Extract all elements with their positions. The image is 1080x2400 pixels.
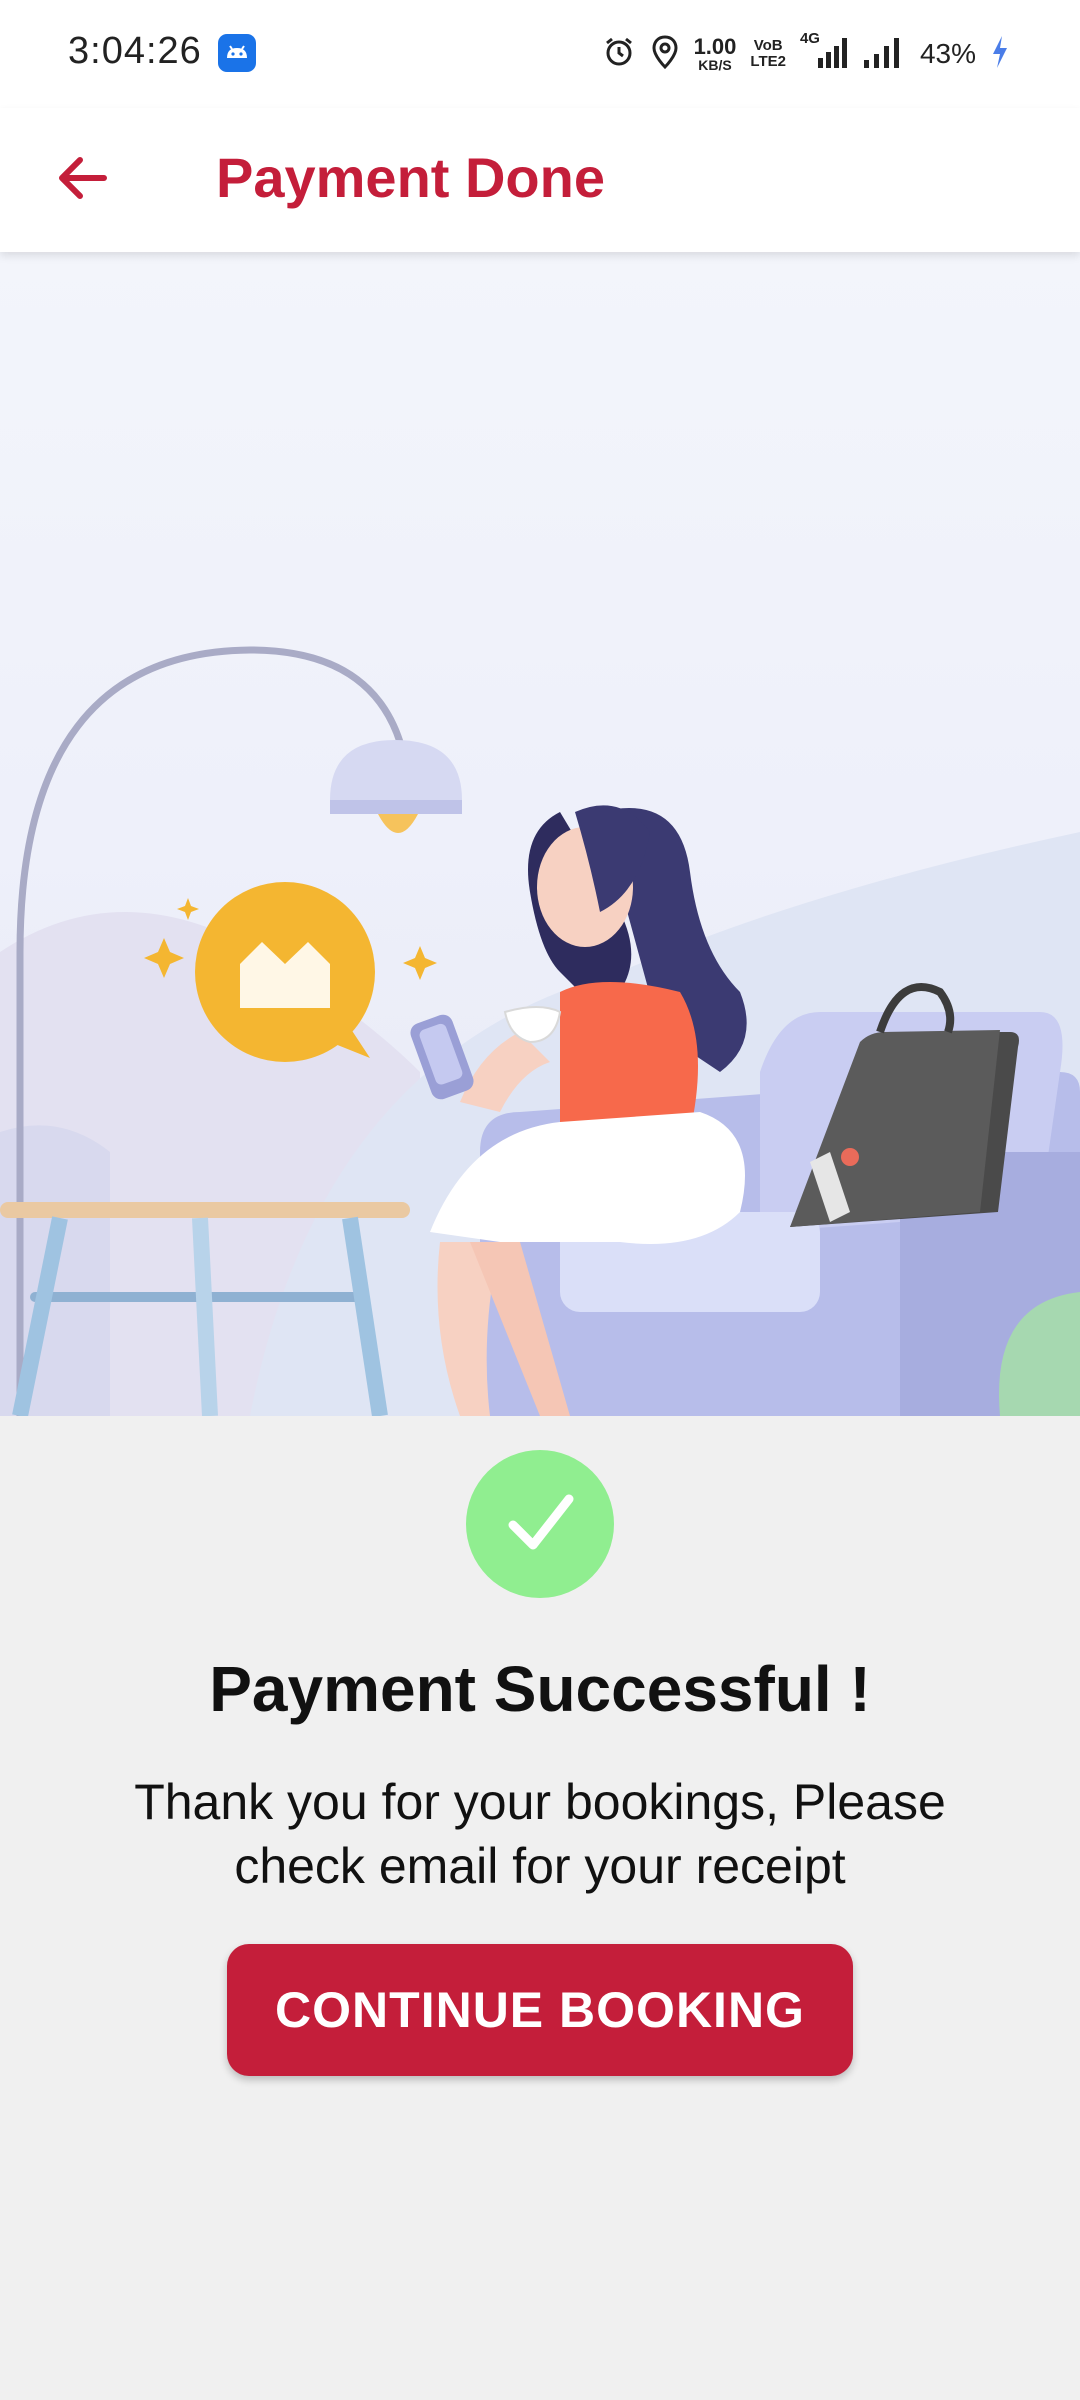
alarm-icon xyxy=(602,35,636,74)
checkmark-icon xyxy=(495,1477,585,1572)
location-icon xyxy=(650,34,680,75)
success-badge xyxy=(466,1450,614,1598)
payment-result-panel: Payment Successful ! Thank you for your … xyxy=(0,1416,1080,2400)
back-arrow-icon xyxy=(54,154,110,207)
battery-percentage: 43% xyxy=(919,38,976,69)
android-notification-icon xyxy=(218,34,256,72)
back-button[interactable] xyxy=(40,138,124,222)
status-time: 3:04:26 xyxy=(68,30,202,72)
status-icons: 1.00 KB/S VoB LTE2 4G 43% xyxy=(602,30,1010,78)
app-bar: Payment Done xyxy=(0,108,1080,252)
charging-icon xyxy=(990,34,1010,75)
signal-icon xyxy=(862,34,906,75)
volte-indicator: VoB LTE2 xyxy=(750,37,786,70)
status-bar: 3:04:26 1.00 KB/S VoB LTE2 4G 43% xyxy=(0,0,1080,108)
continue-booking-button[interactable]: CONTINUE BOOKING xyxy=(227,1944,853,2076)
signal-4g-icon: 4G xyxy=(800,30,848,75)
success-message: Thank you for your bookings, Please chec… xyxy=(134,1774,946,1894)
page-title: Payment Done xyxy=(216,146,605,209)
success-title: Payment Successful ! xyxy=(209,1653,871,1725)
network-speed: 1.00 KB/S xyxy=(693,34,737,73)
payment-illustration xyxy=(0,252,1080,1416)
